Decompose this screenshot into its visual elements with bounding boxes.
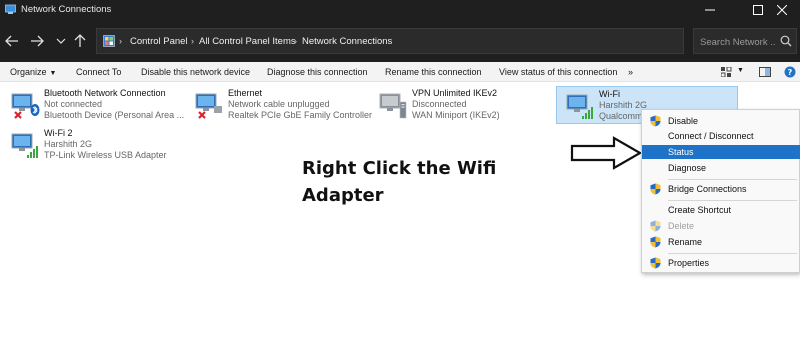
change-view-icon[interactable] [721,67,733,77]
forward-button[interactable] [29,33,45,49]
menu-item-label: Properties [668,258,710,268]
adapter-name: VPN Unlimited IKEv2 [412,88,498,98]
menu-item-label: Create Shortcut [668,205,732,215]
annotation-line-1: Right Click the Wifi [302,158,497,179]
menu-item-status[interactable]: Status [642,145,800,159]
uac-shield-icon [650,220,661,232]
search-box[interactable] [693,28,797,54]
menu-separator [668,179,797,180]
help-icon[interactable]: ? [784,66,796,78]
minimize-button[interactable] [692,0,728,20]
vpn-adapter-icon [379,93,407,119]
organize-label: Organize [10,67,47,77]
adapter-device: WAN Miniport (IKEv2) [412,110,500,120]
menu-item-delete: Delete [642,219,800,233]
close-button[interactable] [764,0,800,20]
menu-item-label: Disable [668,116,699,126]
breadcrumb-control-panel[interactable]: Control Panel [130,36,188,47]
menu-item-label: Bridge Connections [668,184,747,194]
adapter-status: Disconnected [412,99,467,109]
recent-locations-button[interactable] [53,33,69,49]
up-arrow-icon [74,34,86,47]
view-options-caret-icon[interactable]: ▼ [737,67,744,74]
menu-item-create-shortcut[interactable]: Create Shortcut [642,203,800,217]
control-panel-icon [103,35,115,47]
uac-shield-icon [650,115,661,127]
menu-item-label: Rename [668,237,703,247]
preview-pane-icon[interactable] [759,67,771,77]
breadcrumb-all-items[interactable]: All Control Panel Items [199,36,296,47]
breadcrumb-separator: › [294,36,297,46]
svg-text:?: ? [788,68,793,77]
adapter-name: Wi-Fi 2 [44,128,73,138]
ethernet-adapter-icon [195,93,222,119]
menu-item-diagnose[interactable]: Diagnose [642,161,800,175]
caret-down-icon: ▼ [49,70,57,77]
adapter-bluetooth[interactable]: Bluetooth Network Connection Not connect… [2,86,185,124]
uac-shield-icon [650,257,661,269]
menu-item-disable[interactable]: Disable [642,114,800,128]
adapter-device: Qualcomm [599,111,643,121]
adapter-name: Wi-Fi [599,89,620,99]
adapter-name: Bluetooth Network Connection [44,88,166,98]
diagnose-button[interactable]: Diagnose this connection [267,67,368,77]
window-title: Network Connections [21,4,112,15]
adapter-name: Ethernet [228,88,263,98]
search-input[interactable] [700,35,776,49]
adapter-vpn[interactable]: VPN Unlimited IKEv2 Disconnected WAN Min… [370,86,550,124]
menu-item-label: Connect / Disconnect [668,131,754,141]
menu-item-label: Status [668,147,694,157]
minimize-icon [705,9,715,11]
wifi-adapter-icon [11,133,38,158]
forward-arrow-icon [31,35,44,47]
network-connections-app-icon [5,4,16,14]
command-bar: Organize ▼ Connect To Disable this networ… [0,62,800,82]
up-button[interactable] [72,33,88,49]
breadcrumb-separator: › [119,36,122,46]
connect-to-button[interactable]: Connect To [76,67,121,77]
adapter-wifi-2[interactable]: Wi-Fi 2 Harshith 2G TP-Link Wireless USB… [2,126,182,164]
organize-menu[interactable]: Organize ▼ [10,67,56,77]
menu-item-rename[interactable]: Rename [642,235,800,249]
rename-button[interactable]: Rename this connection [385,67,482,77]
adapter-status: Network cable unplugged [228,99,330,109]
address-path-box[interactable]: › Control Panel › All Control Panel Item… [96,28,780,54]
back-button[interactable] [4,33,20,49]
pointer-arrow-icon [570,136,642,170]
instruction-annotation: Right Click the Wifi Adapter [302,155,532,209]
uac-shield-icon [650,236,661,248]
menu-item-bridge-connections[interactable]: Bridge Connections [642,182,800,196]
adapter-status: Harshith 2G [44,139,93,149]
maximize-icon [753,5,763,15]
menu-item-label: Diagnose [668,163,707,173]
back-arrow-icon [5,35,18,47]
menu-item-properties[interactable]: Properties [642,256,800,270]
breadcrumb-network-connections[interactable]: Network Connections [302,36,392,47]
menu-separator [668,253,797,254]
search-icon [780,35,792,47]
chevron-down-icon [56,38,66,44]
adapter-status: Harshith 2G [599,100,648,110]
menu-separator [668,200,797,201]
adapter-status: Not connected [44,99,103,109]
more-commands-button[interactable]: » [628,67,633,77]
address-bar: › Control Panel › All Control Panel Item… [0,20,800,62]
bluetooth-adapter-icon [11,93,40,119]
disable-device-button[interactable]: Disable this network device [141,67,250,77]
adapter-ethernet[interactable]: Ethernet Network cable unplugged Realtek… [186,86,372,124]
adapter-device: Realtek PCIe GbE Family Controller [228,110,373,120]
menu-item-connect-disconnect[interactable]: Connect / Disconnect [642,129,800,143]
menu-item-label: Delete [668,221,695,231]
uac-shield-icon [650,183,661,195]
annotation-line-2: Adapter [302,185,384,206]
close-icon [777,5,787,15]
adapter-device: TP-Link Wireless USB Adapter [44,150,167,160]
adapter-device: Bluetooth Device (Personal Area ... [44,110,185,120]
breadcrumb-separator: › [191,36,194,46]
context-menu: Disable Connect / Disconnect Status Diag… [641,109,800,273]
title-bar: Network Connections [0,0,800,20]
view-status-button[interactable]: View status of this connection [499,67,617,77]
wifi-adapter-icon [566,94,593,119]
